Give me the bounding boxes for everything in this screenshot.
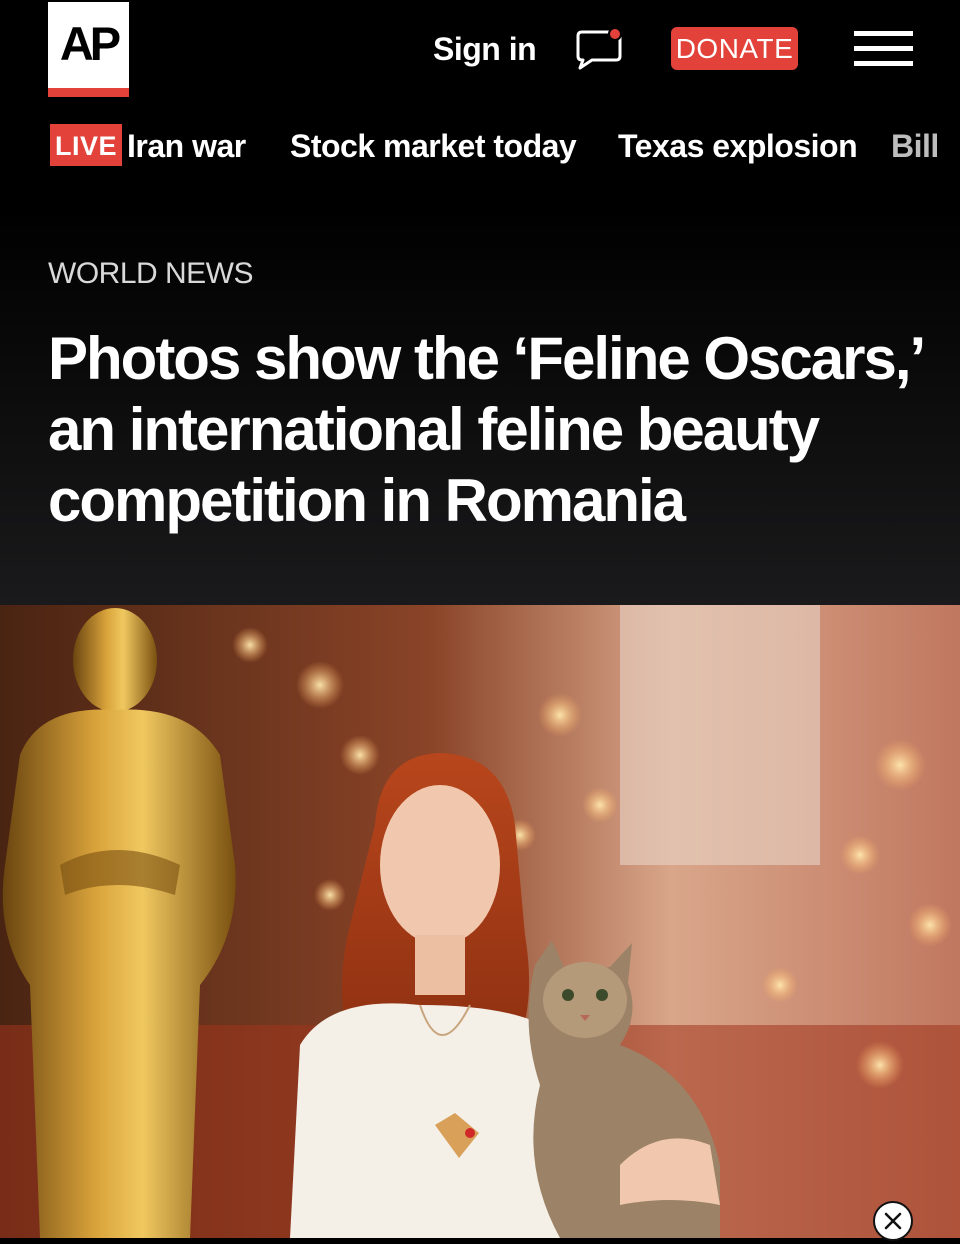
logo-text: AP [59, 17, 121, 70]
trending-label: Iran war [127, 128, 246, 164]
hero-photo[interactable] [0, 605, 960, 1238]
donate-button[interactable]: DONATE [671, 27, 798, 70]
close-ad-button[interactable] [873, 1201, 913, 1241]
live-badge: LIVE [50, 124, 123, 166]
trending-item-iran-war[interactable]: LIVE Iran war [50, 118, 246, 174]
section-link[interactable]: WORLD NEWS [48, 257, 254, 291]
trending-item-texas-explosion[interactable]: Texas explosion [618, 118, 858, 174]
article-headline: Photos show the ‘Feline Oscars,’ an inte… [48, 325, 923, 534]
ap-logo[interactable]: AP [48, 2, 129, 97]
notification-dot [608, 27, 622, 41]
chat-icon[interactable] [575, 26, 623, 70]
trending-item-stock-market[interactable]: Stock market today [290, 118, 577, 174]
close-icon [884, 1212, 902, 1230]
hamburger-menu-icon[interactable] [854, 31, 913, 67]
trending-item-bill[interactable]: Bill [891, 118, 939, 174]
photo-illustration [0, 605, 960, 1238]
sign-in-link[interactable]: Sign in [433, 28, 537, 70]
article-header: WORLD NEWS Photos show the ‘Feline Oscar… [0, 205, 960, 605]
trending-bar: LIVE Iran war Stock market today Texas ex… [0, 118, 960, 174]
site-header: AP Sign in DONATE LIVE Iran war Stock mar… [0, 0, 960, 205]
